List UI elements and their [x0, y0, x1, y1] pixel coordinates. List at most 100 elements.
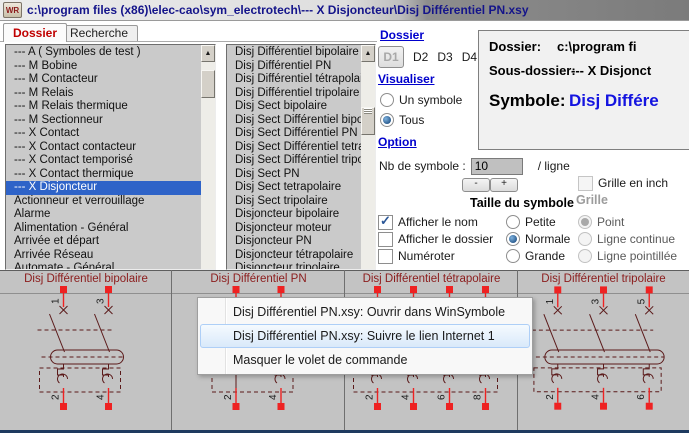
symbol-list-item[interactable]: Disjoncteur bipolaire	[227, 208, 375, 222]
display-option-row[interactable]: Afficher le nom	[378, 215, 478, 229]
size-option-radio[interactable]	[506, 215, 520, 229]
display-option-check[interactable]	[378, 232, 393, 247]
symbol-preview-1[interactable]: 1234	[0, 284, 172, 428]
view-option-radio[interactable]	[380, 93, 394, 107]
svg-text:1: 1	[51, 298, 62, 304]
size-option-row[interactable]: Normale	[506, 232, 570, 246]
taille-symbole-label: Taille du symbole	[470, 196, 574, 210]
folder-list-item[interactable]: --- M Sectionneur	[6, 114, 215, 128]
symbol-list-item[interactable]: Disj Sect bipolaire	[227, 100, 375, 114]
symbol-list-item[interactable]: Disjoncteur tripolaire	[227, 262, 375, 270]
info-sous-dossier-label: Sous-dossier:	[489, 63, 576, 78]
context-menu-item[interactable]: Disj Différentiel PN.xsy: Suivre le lien…	[200, 324, 530, 348]
view-option-row[interactable]: Un symbole	[380, 93, 462, 107]
tab-recherche[interactable]: Recherche	[60, 25, 138, 42]
grille-option-row[interactable]: Ligne continue	[578, 232, 675, 246]
symbol-scroll-thumb[interactable]	[361, 107, 375, 135]
size-option-row[interactable]: Petite	[506, 215, 556, 229]
symbol-list-item[interactable]: Disj Différentiel bipolaire	[227, 46, 375, 60]
context-menu-item[interactable]: Disj Différentiel PN.xsy: Ouvrir dans Wi…	[200, 300, 530, 324]
grille-inch-checkbox[interactable]	[578, 176, 593, 191]
grille-option-row[interactable]: Ligne pointillée	[578, 249, 677, 263]
dossier-button-d4[interactable]: D4	[462, 50, 477, 64]
folder-list-item[interactable]: --- X Disjoncteur	[6, 181, 215, 195]
grille-option-radio	[578, 249, 592, 263]
folder-list-item[interactable]: --- X Contact temporisé	[6, 154, 215, 168]
display-option-check[interactable]	[378, 249, 393, 264]
display-option-row[interactable]: Numéroter	[378, 249, 455, 263]
grille-inch-row[interactable]: Grille en inch	[578, 176, 668, 190]
visualiser-link[interactable]: Visualiser	[378, 72, 434, 86]
symbol-list-item[interactable]: Disj Sect Différentiel tripolai	[227, 154, 375, 168]
size-option-label: Petite	[525, 215, 556, 229]
folder-list-scrollbar[interactable]: ▲ ▼	[201, 45, 215, 269]
folder-list-item[interactable]: Automate - Général	[6, 262, 215, 270]
display-option-label: Afficher le nom	[398, 215, 478, 229]
context-menu-item[interactable]: Masquer le volet de commande	[200, 348, 530, 372]
tab-dossier[interactable]: Dossier	[3, 23, 67, 42]
svg-text:6: 6	[636, 394, 647, 400]
folder-list-item[interactable]: Arrivée Réseau	[6, 249, 215, 263]
folder-scroll-thumb[interactable]	[201, 70, 215, 98]
grille-option-row[interactable]: Point	[578, 215, 624, 229]
option-link[interactable]: Option	[378, 135, 417, 149]
folder-list-item[interactable]: --- X Contact thermique	[6, 168, 215, 182]
size-option-label: Normale	[525, 232, 570, 246]
symbol-list-item[interactable]: Disj Différentiel tripolaire	[227, 87, 375, 101]
symbol-preview-4[interactable]: 123456	[518, 284, 689, 428]
title-bar: WR c:\program files (x86)\elec-cao\sym_e…	[0, 0, 689, 21]
dossier-link[interactable]: Dossier	[380, 28, 424, 42]
scroll-up-icon[interactable]: ▲	[361, 45, 375, 62]
dossier-button-d2[interactable]: D2	[413, 50, 428, 64]
svg-text:6: 6	[437, 394, 448, 400]
view-option-row[interactable]: Tous	[380, 113, 424, 127]
symbol-list-item[interactable]: Disj Différentiel tétrapolaire	[227, 73, 375, 87]
symbol-list-item[interactable]: Disj Sect Différentiel PN	[227, 127, 375, 141]
display-option-label: Afficher le dossier	[398, 232, 493, 246]
symbol-list-item[interactable]: Disj Sect Différentiel tetrapo	[227, 141, 375, 155]
minus-button[interactable]: -	[462, 178, 490, 192]
folder-listbox[interactable]: --- A ( Symboles de test )--- M Bobine--…	[5, 44, 216, 270]
symbol-list-item[interactable]: Disj Sect Différentiel bipolai	[227, 114, 375, 128]
size-option-radio[interactable]	[506, 249, 520, 263]
symbol-list-item[interactable]: Disj Sect PN	[227, 168, 375, 182]
symbol-list-item[interactable]: Disj Différentiel PN	[227, 60, 375, 74]
folder-list-item[interactable]: Alarme	[6, 208, 215, 222]
symbol-list-item[interactable]: Disj Sect tetrapolaire	[227, 181, 375, 195]
display-option-row[interactable]: Afficher le dossier	[378, 232, 493, 246]
folder-list-item[interactable]: --- M Relais	[6, 87, 215, 101]
view-option-radio[interactable]	[380, 113, 394, 127]
folder-list-item[interactable]: --- A ( Symboles de test )	[6, 46, 215, 60]
folder-list-item[interactable]: Alimentation - Général	[6, 222, 215, 236]
folder-list-item[interactable]: Arrivée et départ	[6, 235, 215, 249]
info-symbole-label: Symbole:	[489, 91, 566, 111]
plus-button[interactable]: +	[490, 178, 518, 192]
svg-text:8: 8	[473, 394, 484, 400]
symbol-list-item[interactable]: Disj Sect tripolaire	[227, 195, 375, 209]
scroll-up-icon[interactable]: ▲	[201, 45, 215, 62]
folder-list-item[interactable]: --- X Contact	[6, 127, 215, 141]
size-option-label: Grande	[525, 249, 565, 263]
nb-symbole-input[interactable]	[471, 158, 523, 175]
svg-text:3: 3	[591, 298, 602, 304]
size-option-radio[interactable]	[506, 232, 520, 246]
dossier-button-d3[interactable]: D3	[437, 50, 452, 64]
display-option-check[interactable]	[378, 215, 393, 230]
folder-list-item[interactable]: --- M Relais thermique	[6, 100, 215, 114]
symbol-list-scrollbar[interactable]: ▲ ▼	[361, 45, 375, 269]
grille-option-label: Point	[597, 215, 624, 229]
folder-list-item[interactable]: --- M Bobine	[6, 60, 215, 74]
folder-list-item[interactable]: --- M Contacteur	[6, 73, 215, 87]
nb-ligne-label: / ligne	[538, 159, 570, 173]
folder-list-item[interactable]: Actionneur et verrouillage	[6, 195, 215, 209]
symbol-list-item[interactable]: Disjoncteur PN	[227, 235, 375, 249]
symbol-list-item[interactable]: Disjoncteur moteur	[227, 222, 375, 236]
size-option-row[interactable]: Grande	[506, 249, 565, 263]
symbol-list-item[interactable]: Disjoncteur tétrapolaire	[227, 249, 375, 263]
folder-list-item[interactable]: --- X Contact contacteur	[6, 141, 215, 155]
info-symbole-value: Disj Différe	[569, 91, 659, 111]
view-option-label: Un symbole	[399, 93, 462, 107]
symbol-listbox[interactable]: Disj Différentiel bipolaireDisj Différen…	[226, 44, 376, 270]
info-box: Dossier: c:\program fi Sous-dossier: ---…	[478, 30, 689, 150]
dossier-button-d1[interactable]: D1	[378, 46, 404, 68]
